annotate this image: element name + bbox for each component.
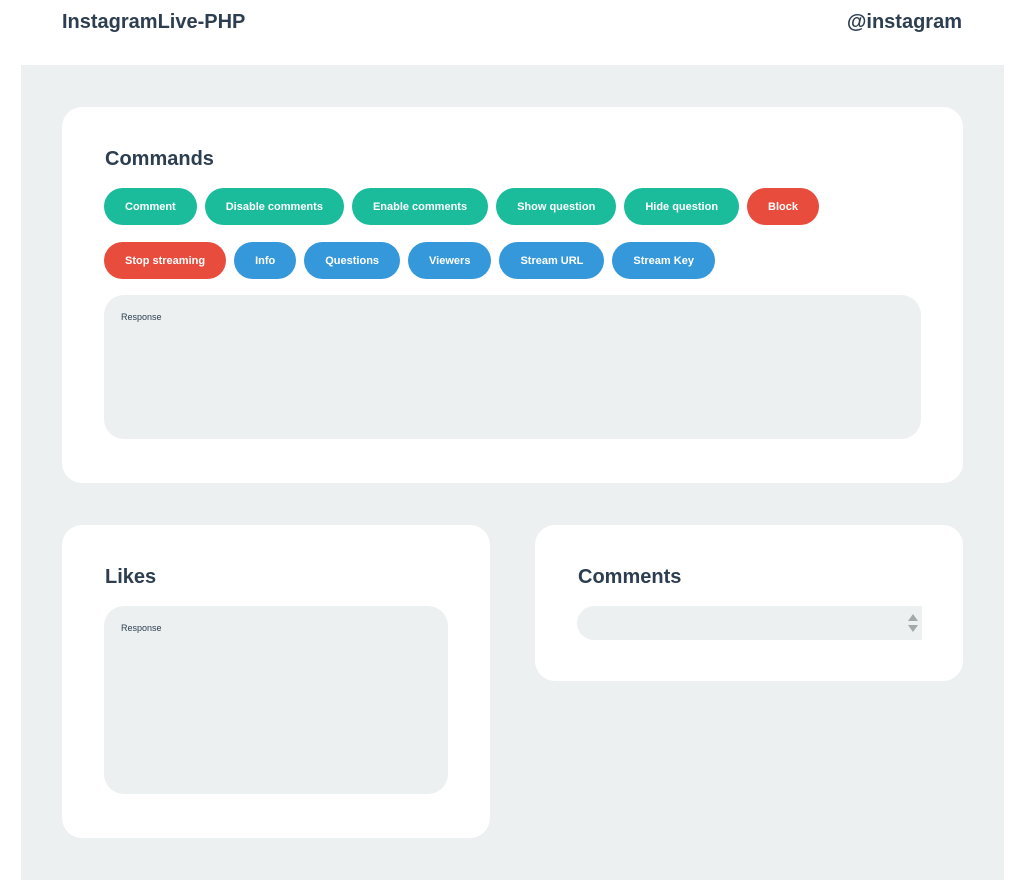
commands-row-1: Comment Disable comments Enable comments… — [104, 188, 820, 225]
likes-response-box: Response — [104, 606, 448, 794]
commands-card: Commands Comment Disable comments Enable… — [62, 107, 963, 483]
chevron-up-icon[interactable] — [908, 614, 918, 621]
block-button[interactable]: Block — [747, 188, 820, 225]
stream-url-button[interactable]: Stream URL — [499, 242, 605, 279]
account-handle[interactable]: @instagram — [847, 11, 962, 34]
comments-title: Comments — [578, 566, 682, 588]
stream-key-button[interactable]: Stream Key — [612, 242, 715, 279]
comments-scroll-spinner — [904, 606, 922, 640]
commands-response-text: Response — [121, 312, 162, 322]
stop-streaming-button[interactable]: Stop streaming — [104, 242, 227, 279]
disable-comments-button[interactable]: Disable comments — [204, 188, 344, 225]
commands-title: Commands — [105, 148, 214, 170]
commands-response-box: Response — [104, 295, 921, 439]
comments-list-box[interactable] — [577, 606, 922, 640]
app-brand[interactable]: InstagramLive-PHP — [62, 11, 245, 34]
show-question-button[interactable]: Show question — [496, 188, 617, 225]
commands-row-2: Stop streaming Info Questions Viewers St… — [104, 242, 715, 279]
enable-comments-button[interactable]: Enable comments — [351, 188, 489, 225]
likes-title: Likes — [105, 566, 157, 588]
hide-question-button[interactable]: Hide question — [624, 188, 740, 225]
likes-card: Likes Response — [62, 525, 490, 838]
likes-response-text: Response — [121, 623, 162, 633]
top-header: InstagramLive-PHP @instagram — [0, 0, 1024, 65]
comments-card: Comments — [535, 525, 963, 681]
questions-button[interactable]: Questions — [304, 242, 401, 279]
comment-button[interactable]: Comment — [104, 188, 197, 225]
info-button[interactable]: Info — [234, 242, 297, 279]
viewers-button[interactable]: Viewers — [408, 242, 492, 279]
main-content: Commands Comment Disable comments Enable… — [21, 65, 1004, 880]
chevron-down-icon[interactable] — [908, 625, 918, 632]
